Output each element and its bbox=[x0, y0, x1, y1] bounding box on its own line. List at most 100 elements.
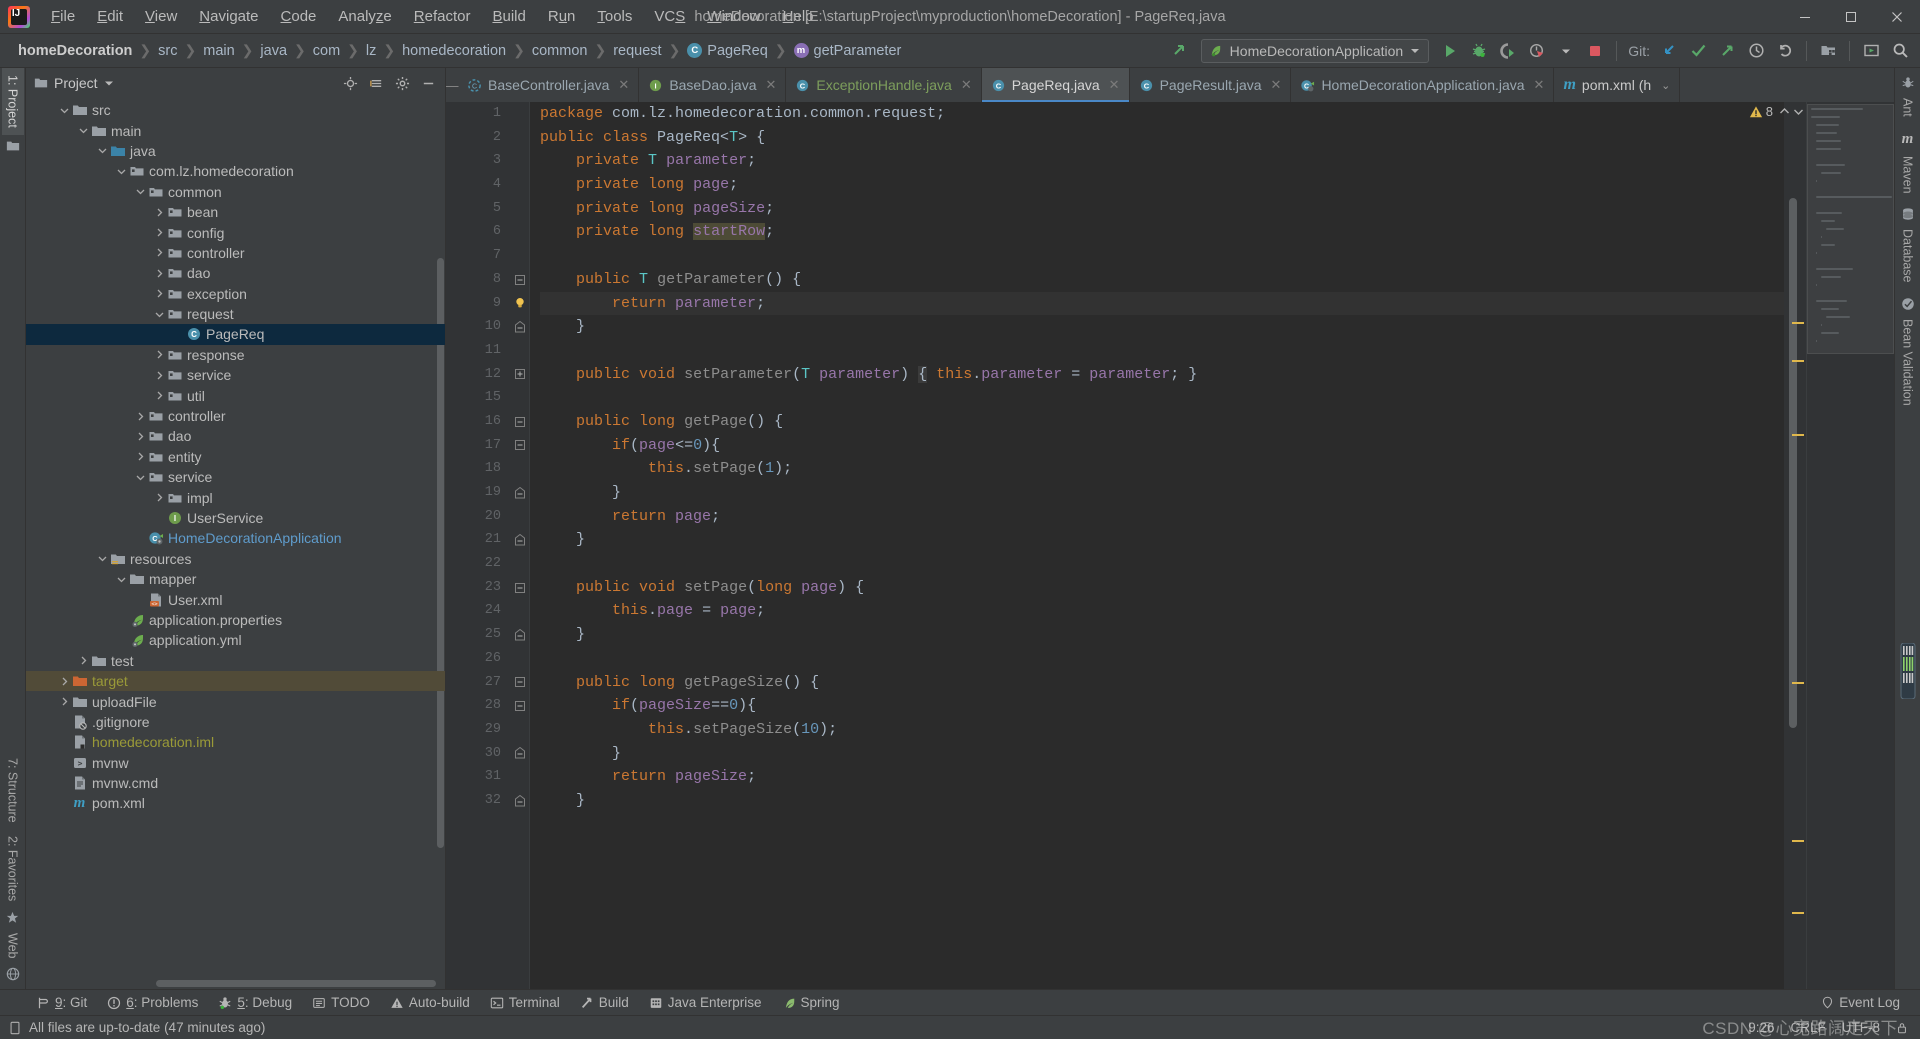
code-line[interactable]: private long page; bbox=[540, 173, 1784, 197]
code-line[interactable]: this.setPageSize(10); bbox=[540, 718, 1784, 742]
breadcrumb-item-common[interactable]: common bbox=[526, 41, 594, 61]
close-icon[interactable]: ✕ bbox=[765, 77, 776, 93]
chevron-down-icon[interactable] bbox=[133, 473, 147, 482]
line-separator[interactable]: CRLF bbox=[1790, 1020, 1825, 1035]
sidebar-item-structure[interactable]: 7: Structure bbox=[2, 751, 24, 830]
breadcrumb-item-java[interactable]: java bbox=[254, 41, 293, 61]
tool-window-9-git[interactable]: 9: Git bbox=[26, 992, 97, 1013]
editor-minimap[interactable] bbox=[1806, 102, 1894, 989]
tree-node-homedecoration-iml[interactable]: homedecoration.iml bbox=[26, 732, 445, 752]
project-tool-window[interactable]: Project src main java com.lz.homedecorat… bbox=[26, 68, 446, 989]
chevron-down-icon[interactable] bbox=[114, 167, 128, 176]
chevron-down-icon[interactable]: ⌄ bbox=[1661, 79, 1670, 92]
tree-node-test[interactable]: test bbox=[26, 651, 445, 671]
fold-end-marker[interactable] bbox=[510, 742, 529, 766]
code-line[interactable]: public void setPage(long page) { bbox=[540, 576, 1784, 600]
chevron-down-icon[interactable] bbox=[133, 187, 147, 196]
menu-item-code[interactable]: Code bbox=[270, 4, 328, 30]
chevron-right-icon[interactable] bbox=[133, 452, 147, 461]
status-memory-icon[interactable] bbox=[8, 1021, 22, 1035]
chevron-right-icon[interactable] bbox=[152, 269, 166, 278]
select-opened-file-icon[interactable] bbox=[1857, 38, 1885, 64]
menu-item-edit[interactable]: Edit bbox=[86, 4, 134, 30]
code-line[interactable]: if(page<=0){ bbox=[540, 434, 1784, 458]
chevron-right-icon[interactable] bbox=[152, 228, 166, 237]
sidebar-item-project[interactable]: 1: Project bbox=[1, 68, 24, 135]
menu-item-navigate[interactable]: Navigate bbox=[188, 4, 269, 30]
chevron-down-icon[interactable] bbox=[95, 146, 109, 155]
stop-button[interactable] bbox=[1581, 38, 1609, 64]
breadcrumb-item-src[interactable]: src bbox=[152, 41, 183, 61]
main-toolbar[interactable]: HomeDecorationApplication Git: bbox=[1166, 34, 1920, 67]
code-line[interactable]: public void setParameter(T parameter) { … bbox=[540, 363, 1784, 387]
run-with-coverage-button[interactable] bbox=[1494, 38, 1522, 64]
code-line[interactable]: return page; bbox=[540, 505, 1784, 529]
tool-window-build[interactable]: Build bbox=[570, 992, 639, 1013]
tree-node-pagereq[interactable]: C PageReq bbox=[26, 324, 445, 345]
chevron-right-icon[interactable] bbox=[152, 391, 166, 400]
editor-tab-pageresult-java[interactable]: C PageResult.java ✕ bbox=[1130, 68, 1292, 102]
project-tree[interactable]: src main java com.lz.homedecoration common be… bbox=[26, 98, 445, 989]
tree-node-bean[interactable]: bean bbox=[26, 202, 445, 222]
caret-position[interactable]: 9:26 bbox=[1748, 1020, 1774, 1035]
chevron-right-icon[interactable] bbox=[133, 412, 147, 421]
tree-node-config[interactable]: config bbox=[26, 222, 445, 242]
code-line[interactable]: this.setPage(1); bbox=[540, 457, 1784, 481]
fold-end-marker[interactable] bbox=[510, 623, 529, 647]
close-icon[interactable]: ✕ bbox=[961, 77, 972, 93]
tree-node--gitignore[interactable]: .gitignore bbox=[26, 712, 445, 732]
menu-item-file[interactable]: File bbox=[40, 4, 86, 30]
tree-node-mvnw[interactable]: > mvnw bbox=[26, 753, 445, 773]
tree-node-service[interactable]: service bbox=[26, 365, 445, 385]
breadcrumb-item-main[interactable]: main bbox=[197, 41, 240, 61]
run-button[interactable] bbox=[1436, 38, 1464, 64]
chevron-right-icon[interactable] bbox=[152, 289, 166, 298]
inspection-warning-badge[interactable]: 8 bbox=[1749, 104, 1804, 119]
editor-tab-pom-xml-h[interactable]: m pom.xml (h ⌄ bbox=[1554, 68, 1681, 102]
warning-mark[interactable] bbox=[1792, 840, 1804, 842]
breadcrumb[interactable]: homeDecoration ❯ src ❯ main ❯ java ❯ com ❯ lz ❯ home… bbox=[12, 34, 907, 67]
breadcrumb-item-homedecoration[interactable]: homedecoration bbox=[396, 41, 512, 61]
code-line[interactable]: } bbox=[540, 528, 1784, 552]
tree-node-dao[interactable]: dao bbox=[26, 426, 445, 446]
menu-item-tools[interactable]: Tools bbox=[586, 4, 643, 30]
tree-node-response[interactable]: response bbox=[26, 345, 445, 365]
breadcrumb-item-lz[interactable]: lz bbox=[360, 41, 382, 61]
fold-end-marker[interactable] bbox=[510, 481, 529, 505]
tree-node-dao[interactable]: dao bbox=[26, 263, 445, 283]
code-line[interactable]: return pageSize; bbox=[540, 765, 1784, 789]
chevron-right-icon[interactable] bbox=[152, 371, 166, 380]
chevron-right-icon[interactable] bbox=[76, 656, 90, 665]
settings-gear-icon[interactable] bbox=[391, 72, 413, 94]
menu-item-analyze[interactable]: Analyze bbox=[327, 4, 402, 30]
tree-node-entity[interactable]: entity bbox=[26, 447, 445, 467]
fold-collapse-icon[interactable] bbox=[510, 268, 529, 292]
editor-tab-basecontroller-java[interactable]: C BaseController.java ✕ bbox=[458, 68, 640, 102]
sidebar-item-maven[interactable]: Maven bbox=[1897, 148, 1919, 202]
code-line[interactable]: private long pageSize; bbox=[540, 197, 1784, 221]
fold-collapse-icon[interactable] bbox=[510, 576, 529, 600]
chevron-right-icon[interactable] bbox=[152, 208, 166, 217]
code-line[interactable]: } bbox=[540, 789, 1784, 813]
code-line[interactable] bbox=[540, 339, 1784, 363]
code-line[interactable]: this.page = page; bbox=[540, 599, 1784, 623]
tree-node-application-yml[interactable]: application.yml bbox=[26, 630, 445, 650]
tree-node-java[interactable]: java bbox=[26, 141, 445, 161]
menu-bar[interactable]: File Edit View Navigate Code Analyze Refactor B… bbox=[40, 0, 825, 34]
menu-item-refactor[interactable]: Refactor bbox=[403, 4, 482, 30]
tab-list-scroll-icon[interactable]: — bbox=[446, 68, 459, 102]
maximize-button[interactable] bbox=[1828, 0, 1874, 34]
code-line[interactable]: public long getPage() { bbox=[540, 410, 1784, 434]
menu-item-run[interactable]: Run bbox=[537, 4, 587, 30]
code-line[interactable]: public T getParameter() { bbox=[540, 268, 1784, 292]
breadcrumb-item-pagereq[interactable]: C PageReq bbox=[681, 41, 773, 61]
collapse-all-icon[interactable] bbox=[365, 72, 387, 94]
close-button[interactable] bbox=[1874, 0, 1920, 34]
event-log-button[interactable]: Event Log bbox=[1811, 992, 1910, 1013]
git-commit-icon[interactable] bbox=[1684, 38, 1712, 64]
tool-window-bar[interactable]: 9: Git 6: Problems 5: Debug TODO Auto-build T… bbox=[0, 989, 1920, 1015]
code-line[interactable]: private T parameter; bbox=[540, 149, 1784, 173]
git-update-icon[interactable] bbox=[1655, 38, 1683, 64]
tree-node-util[interactable]: util bbox=[26, 385, 445, 405]
tree-node-src[interactable]: src bbox=[26, 100, 445, 120]
